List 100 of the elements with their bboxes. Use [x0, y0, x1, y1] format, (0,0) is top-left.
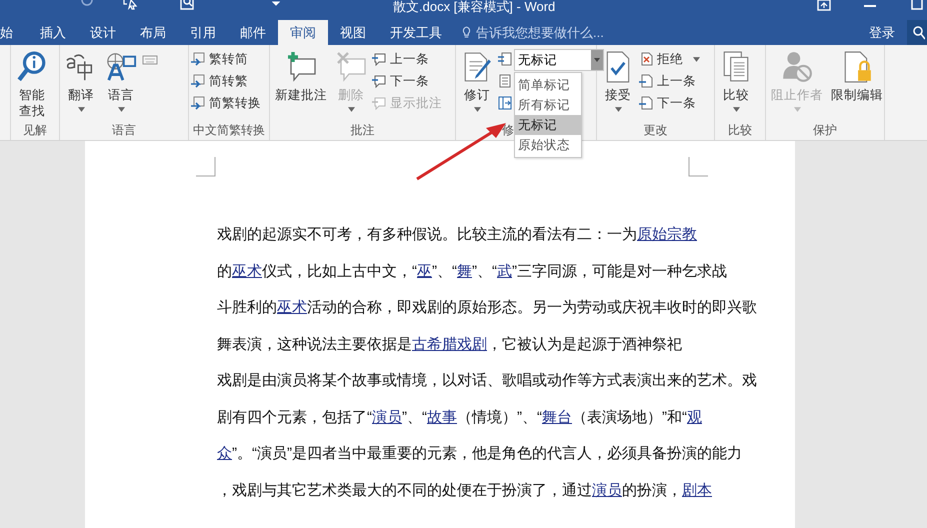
ribbon-tab[interactable]: 视图	[328, 20, 378, 45]
body-text: ”、“	[472, 262, 497, 282]
hyperlink[interactable]: 剧本	[682, 472, 712, 509]
language-button[interactable]: 语言	[102, 49, 140, 123]
body-text: 斗胜利的	[217, 298, 277, 318]
lightbulb-icon	[462, 26, 471, 39]
hyperlink[interactable]: 巫	[417, 254, 432, 290]
ribbon-tab[interactable]: 设计	[78, 20, 128, 45]
keyboard-icon[interactable]	[142, 55, 158, 65]
caret-icon	[348, 107, 354, 112]
change-nav-button[interactable]: 拒绝	[639, 49, 703, 69]
pane-icon[interactable]	[498, 96, 512, 110]
cursor-icon[interactable]	[123, 0, 139, 10]
hyperlink[interactable]: 故事	[427, 400, 457, 436]
delete-comment-icon	[335, 51, 367, 83]
group-label: 见解	[22, 123, 48, 139]
document-arrows-icon[interactable]	[498, 52, 512, 66]
hyperlink[interactable]: 演员	[372, 400, 402, 436]
hyperlink[interactable]: 巫术	[277, 290, 307, 326]
ribbon-tab[interactable]: 始	[0, 20, 28, 45]
hyperlink[interactable]: 演员	[592, 472, 622, 509]
body-text: 舞表演，这种说法主要依据是	[217, 334, 412, 354]
compare-button[interactable]: 比较	[717, 49, 755, 123]
translate-button[interactable]: 翻译	[62, 49, 100, 123]
convert-button[interactable]: 繁转简	[191, 49, 267, 69]
body-text: 的	[217, 262, 232, 282]
change-nav-button[interactable]: 下一条	[639, 93, 703, 113]
share-button[interactable]	[907, 20, 927, 45]
group-label: 更改	[642, 123, 668, 139]
ribbon-tab[interactable]: 插入	[28, 20, 78, 45]
caret-icon	[118, 107, 124, 112]
hyperlink[interactable]: 古希腊戏剧	[412, 326, 487, 363]
convert-arrow-icon	[191, 74, 205, 88]
caret-icon	[594, 58, 600, 62]
caret-icon	[474, 107, 480, 112]
ribbon-tab[interactable]: 引用	[178, 20, 228, 45]
search-icon	[16, 51, 48, 83]
comment-icon	[372, 96, 386, 110]
document-arrow-icon	[639, 74, 653, 88]
customize-toolbar-icon[interactable]	[272, 0, 280, 8]
hyperlink[interactable]: 众	[217, 436, 232, 472]
hyperlink[interactable]: 原始宗教	[637, 217, 697, 254]
body-text: ”。“演员”是四者当中最重要的元素，他是角色的代言人，必须具备扮演的能力	[232, 444, 742, 464]
maximize-icon[interactable]	[911, 0, 923, 10]
body-text: 仪式，比如上古中文，“	[262, 262, 417, 282]
hyperlink[interactable]: 观	[687, 400, 702, 436]
convert-arrow-icon	[191, 96, 205, 110]
ribbon-tab[interactable]: 邮件	[228, 20, 278, 45]
hyperlink[interactable]: 巫术	[232, 254, 262, 290]
comment-nav-button[interactable]: 上一条	[372, 49, 445, 69]
print-preview-icon[interactable]	[180, 0, 194, 11]
restrict-editing-button[interactable]: 限制编辑	[828, 49, 886, 123]
crop-mark-icon	[688, 157, 708, 177]
body-text: ，它被认为是起源于酒神祭祀	[487, 334, 682, 354]
tell-me-field[interactable]: 告诉我您想要做什么...	[476, 25, 656, 40]
group-label: 语言	[111, 123, 137, 139]
new-comment-button[interactable]: 新建批注	[272, 49, 330, 123]
caret-icon	[794, 107, 800, 112]
caret-icon	[693, 56, 700, 62]
change-nav-button[interactable]: 上一条	[639, 71, 703, 91]
body-text: ”、“	[432, 262, 457, 282]
body-text: ”、“	[402, 408, 427, 428]
sign-in-link[interactable]: 登录	[857, 20, 907, 45]
body-text: 戏剧是由演员将某个故事或情境，以对话、歌唱或动作等方式表演出来的艺术。戏	[217, 371, 757, 391]
ribbon-tab[interactable]: 审阅	[278, 20, 328, 45]
menu-option[interactable]: 原始状态	[515, 135, 581, 155]
ribbon-tab[interactable]: 开发工具	[378, 20, 454, 45]
caret-icon	[78, 107, 84, 112]
new-comment-icon	[285, 51, 317, 83]
comment-nav-button[interactable]: 下一条	[372, 71, 445, 91]
markup-dropdown[interactable]: 无标记	[514, 49, 604, 71]
comment-icon	[372, 52, 386, 66]
body-text: （情境）”、“	[457, 408, 542, 428]
ribbon-tab[interactable]: 布局	[128, 20, 178, 45]
convert-button[interactable]: 简转繁	[191, 71, 267, 91]
body-text: ”三字同源，可能是对一种乞求战	[512, 262, 727, 282]
ribbon-display-options-icon[interactable]	[817, 0, 831, 12]
menu-option[interactable]: 简单标记	[515, 75, 581, 95]
body-text: 活动的合称，即戏剧的原始形态。另一为劳动或庆祝丰收时的即兴歌	[307, 298, 757, 318]
body-text: （表演场地）”和“	[572, 408, 687, 428]
group-label: 修	[502, 123, 515, 139]
language-icon	[105, 51, 137, 83]
body-text: 的扮演，	[622, 480, 682, 500]
hyperlink[interactable]: 舞台	[542, 400, 572, 436]
group-label: 保护	[812, 123, 838, 139]
person-blocked-icon	[781, 51, 813, 83]
track-changes-button[interactable]: 修订	[458, 49, 496, 123]
document-icon[interactable]	[498, 74, 512, 88]
hyperlink[interactable]: 舞	[457, 254, 472, 290]
body-text: 戏剧的起源实不可考，有多种假说。比较主流的看法有二：一为	[217, 225, 637, 245]
menu-option[interactable]: 所有标记	[515, 95, 581, 115]
smart-lookup-button[interactable]: 智能查找	[13, 49, 51, 123]
document-arrow-icon	[639, 52, 653, 66]
menu-option[interactable]: 无标记	[515, 115, 581, 135]
convert-arrow-icon	[191, 52, 205, 66]
group-label: 中文简繁转换	[192, 123, 266, 139]
convert-button[interactable]: 简繁转换	[191, 93, 267, 113]
hyperlink[interactable]: 武	[497, 254, 512, 290]
body-text: 剧有四个元素，包括了“	[217, 408, 372, 428]
group-label: 比较	[727, 123, 753, 139]
